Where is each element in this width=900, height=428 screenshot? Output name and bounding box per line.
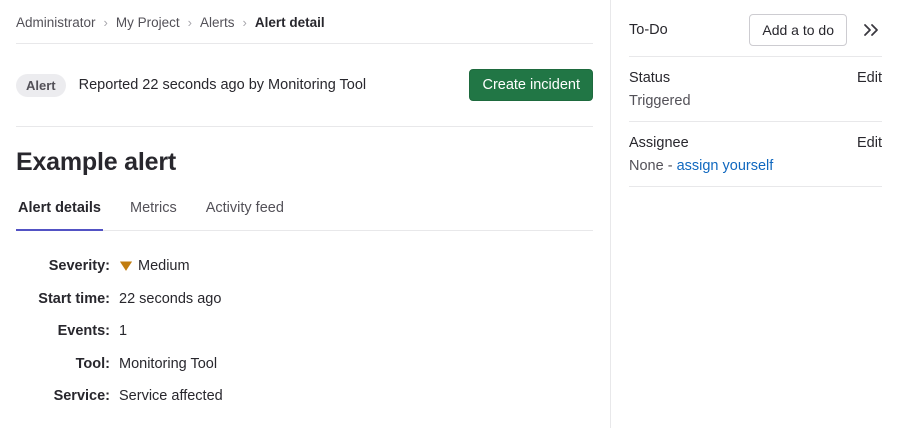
status-value: Triggered	[629, 93, 882, 109]
detail-value: 1	[119, 323, 127, 339]
add-todo-button[interactable]: Add a to do	[749, 14, 847, 46]
detail-row-severity: Severity: Medium	[16, 250, 593, 283]
alert-badge: Alert	[16, 74, 66, 97]
assignee-section: Assignee Edit None - assign yourself	[629, 121, 882, 186]
status-label: Status	[629, 70, 670, 86]
detail-value: Monitoring Tool	[119, 356, 217, 372]
assignee-edit-button[interactable]: Edit	[857, 135, 882, 151]
todo-section: To-Do Add a to do	[629, 0, 882, 56]
detail-label: Events:	[16, 323, 110, 339]
breadcrumb-item-administrator[interactable]: Administrator	[16, 15, 96, 30]
detail-row-service: Service: Service affected	[16, 380, 593, 413]
status-section: Status Edit Triggered	[629, 56, 882, 121]
detail-row-tool: Tool: Monitoring Tool	[16, 348, 593, 381]
page-title: Example alert	[16, 148, 593, 177]
detail-label: Severity:	[16, 258, 110, 274]
reported-text: Reported 22 seconds ago by Monitoring To…	[79, 77, 367, 93]
right-sidebar: To-Do Add a to do Status Edit Triggered …	[610, 0, 900, 428]
severity-medium-icon	[119, 259, 133, 273]
assignee-header: Assignee Edit	[629, 135, 882, 151]
assignee-none-text: None -	[629, 158, 677, 174]
detail-value: Medium	[119, 258, 190, 274]
assignee-value: None - assign yourself	[629, 158, 882, 174]
detail-row-start-time: Start time: 22 seconds ago	[16, 283, 593, 316]
detail-label: Start time:	[16, 291, 110, 307]
main-content: Administrator › My Project › Alerts › Al…	[0, 0, 610, 428]
assign-yourself-link[interactable]: assign yourself	[677, 158, 774, 174]
chevron-double-right-icon	[862, 22, 880, 38]
tab-bar: Alert details Metrics Activity feed	[16, 196, 593, 231]
breadcrumb-item-my-project[interactable]: My Project	[116, 15, 180, 30]
collapse-sidebar-button[interactable]	[860, 18, 882, 42]
detail-label: Tool:	[16, 356, 110, 372]
status-header: Status Edit	[629, 70, 882, 86]
breadcrumb-item-alerts[interactable]: Alerts	[200, 15, 235, 30]
breadcrumb-item-current: Alert detail	[255, 15, 325, 30]
alert-bar-divider	[16, 126, 593, 127]
alert-summary-bar: Alert Reported 22 seconds ago by Monitor…	[16, 44, 593, 126]
alert-details-list: Severity: Medium Start time: 22 seconds …	[16, 250, 593, 413]
breadcrumb-separator-icon: ›	[188, 15, 192, 30]
detail-value: Service affected	[119, 388, 223, 404]
detail-row-events: Events: 1	[16, 315, 593, 348]
breadcrumb-separator-icon: ›	[243, 15, 247, 30]
detail-value: 22 seconds ago	[119, 291, 221, 307]
tab-activity-feed[interactable]: Activity feed	[204, 196, 286, 231]
status-edit-button[interactable]: Edit	[857, 70, 882, 86]
breadcrumb-separator-icon: ›	[104, 15, 108, 30]
assignee-label: Assignee	[629, 135, 689, 151]
breadcrumb: Administrator › My Project › Alerts › Al…	[16, 0, 593, 43]
tab-alert-details[interactable]: Alert details	[16, 196, 103, 231]
detail-label: Service:	[16, 388, 110, 404]
todo-label: To-Do	[629, 22, 668, 38]
severity-value: Medium	[138, 258, 190, 274]
tab-metrics[interactable]: Metrics	[128, 196, 179, 231]
sidebar-bottom-divider	[629, 186, 882, 212]
create-incident-button[interactable]: Create incident	[469, 69, 593, 101]
